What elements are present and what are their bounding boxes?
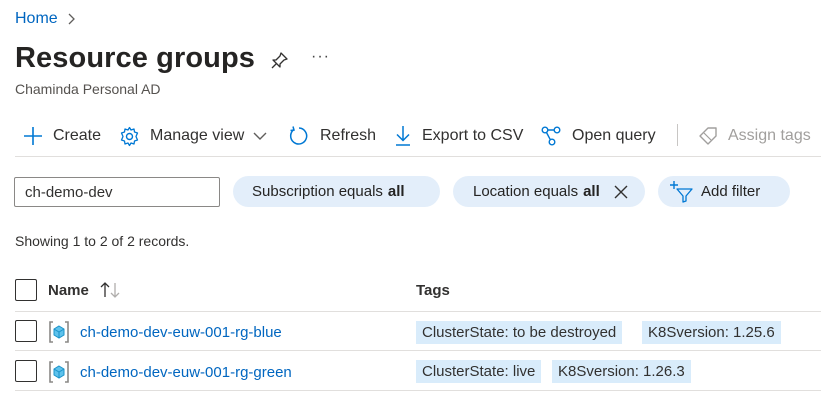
manage-view-label: Manage view — [150, 127, 245, 144]
location-filter-value: all — [583, 183, 600, 200]
resource-group-link[interactable]: ch-demo-dev-euw-001-rg-blue — [80, 324, 282, 341]
pin-icon[interactable] — [270, 50, 290, 70]
row-checkbox[interactable] — [15, 320, 37, 342]
create-button[interactable]: Create — [23, 118, 101, 154]
breadcrumb-home-link[interactable]: Home — [15, 10, 58, 28]
refresh-button[interactable]: Refresh — [288, 118, 376, 154]
row-divider — [15, 350, 821, 351]
row-divider — [15, 390, 821, 391]
export-csv-button[interactable]: Export to CSV — [394, 118, 523, 154]
sort-arrows-icon[interactable] — [100, 281, 122, 299]
subscription-filter-value: all — [387, 183, 405, 200]
toolbar-bottom-border — [15, 156, 821, 157]
chevron-right-icon — [68, 13, 75, 25]
table-header-divider — [15, 311, 821, 312]
tag-icon — [699, 127, 717, 145]
refresh-label: Refresh — [320, 127, 377, 144]
export-csv-label: Export to CSV — [422, 127, 524, 144]
filter-search-input[interactable] — [14, 177, 220, 207]
resource-group-icon — [49, 321, 69, 343]
tag-chip: K8Sversion: 1.26.3 — [552, 360, 691, 383]
query-icon — [541, 126, 561, 146]
row-checkbox[interactable] — [15, 360, 37, 382]
manage-view-button[interactable]: Manage view — [119, 118, 268, 154]
resource-group-icon — [49, 361, 69, 383]
create-label: Create — [53, 127, 102, 144]
subscription-filter-label: Subscription equals — [252, 183, 383, 200]
add-filter-button[interactable]: Add filter — [658, 176, 790, 207]
breadcrumb: Home — [15, 9, 78, 29]
open-query-label: Open query — [572, 127, 656, 144]
page-title: Resource groups — [15, 42, 255, 74]
add-filter-icon — [670, 180, 693, 203]
assign-tags-label: Assign tags — [728, 127, 811, 144]
subscription-filter-pill[interactable]: Subscription equals all — [233, 176, 440, 207]
chevron-down-icon — [253, 132, 267, 140]
more-options-button[interactable]: ··· — [311, 48, 330, 66]
column-header-name[interactable]: Name — [48, 282, 89, 299]
tag-chip: ClusterState: to be destroyed — [416, 321, 623, 344]
resource-group-link[interactable]: ch-demo-dev-euw-001-rg-green — [80, 364, 292, 381]
records-count: Showing 1 to 2 of 2 records. — [15, 233, 190, 249]
assign-tags-button[interactable]: Assign tags — [698, 118, 811, 154]
refresh-icon — [289, 126, 308, 145]
gear-icon — [120, 126, 139, 146]
download-icon — [396, 126, 410, 146]
add-filter-label: Add filter — [701, 183, 761, 200]
tag-chip: K8Sversion: 1.25.6 — [642, 321, 781, 344]
tag-chip: ClusterState: live — [416, 360, 542, 383]
column-header-tags: Tags — [416, 282, 450, 299]
toolbar-divider — [677, 124, 678, 146]
location-filter-pill[interactable]: Location equals all — [453, 176, 645, 207]
select-all-checkbox[interactable] — [15, 279, 37, 301]
command-bar: Create Manage view Refresh Export to CSV — [0, 118, 821, 158]
location-filter-label: Location equals — [473, 183, 579, 200]
open-query-button[interactable]: Open query — [540, 118, 656, 154]
plus-icon — [24, 127, 42, 145]
close-icon[interactable] — [614, 185, 628, 199]
page-subtitle: Chaminda Personal AD — [15, 81, 161, 97]
